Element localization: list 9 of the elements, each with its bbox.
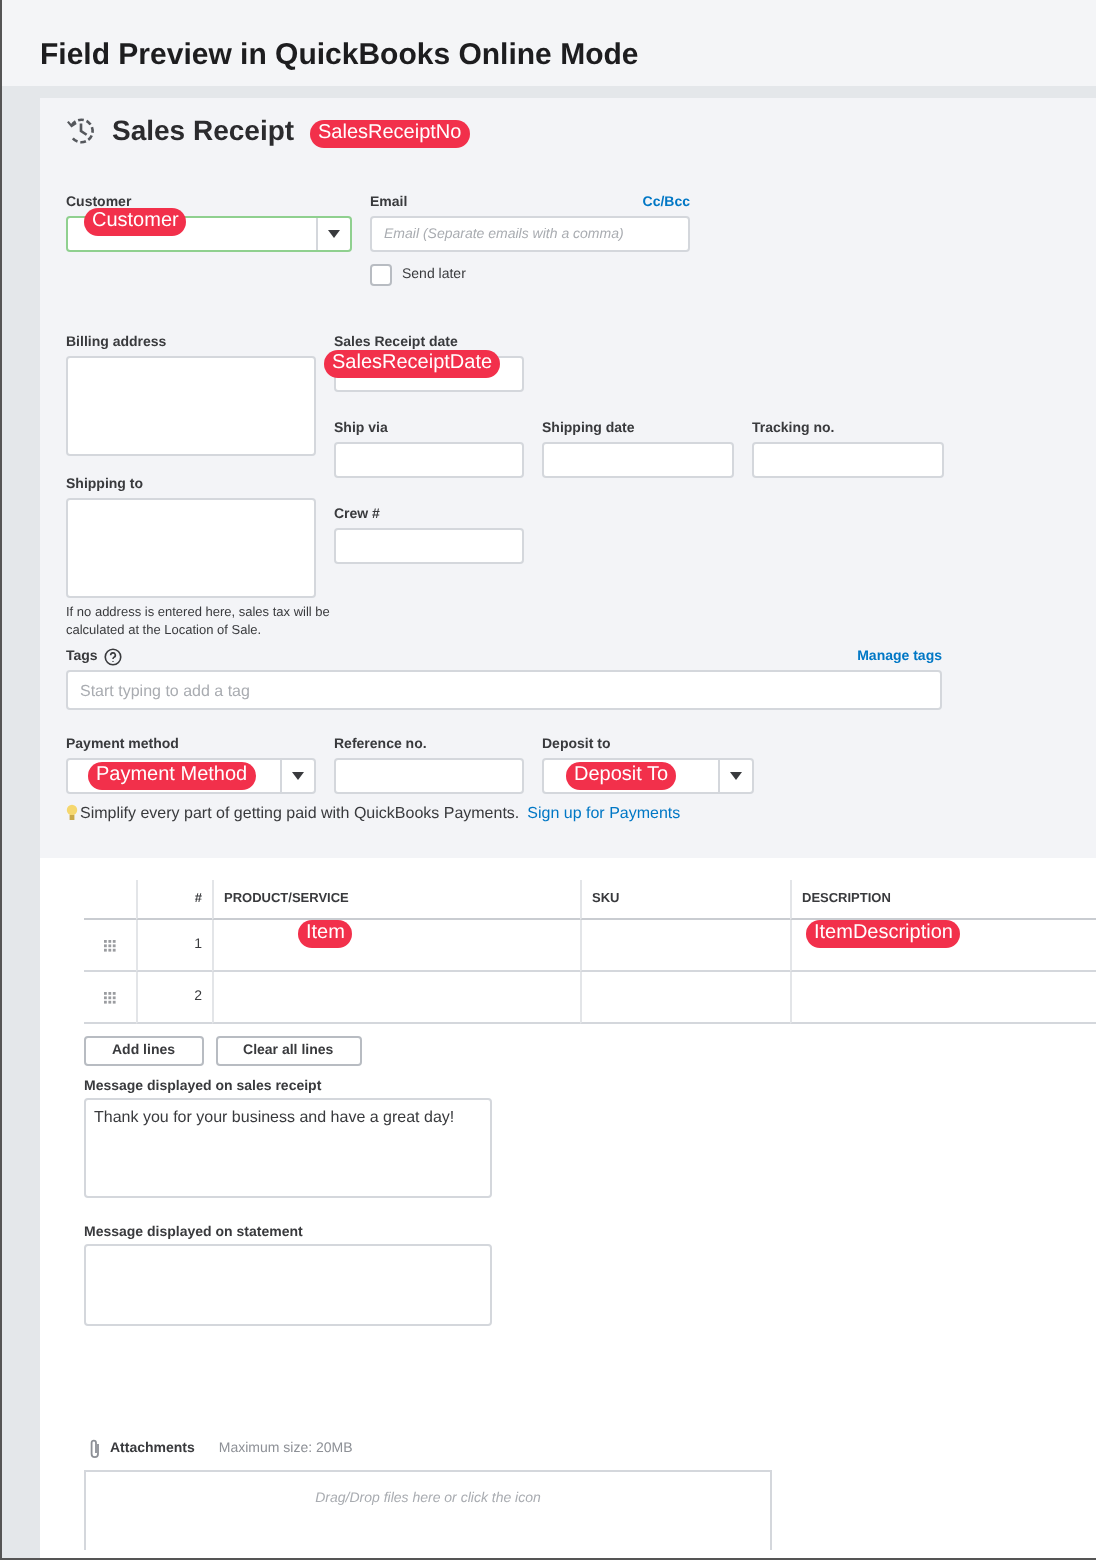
field-name-tooltip: Customer (84, 208, 187, 236)
field-name-tooltip: Deposit To (566, 762, 677, 790)
tip-text: Simplify every part of getting paid with QuickBooks Payments. (80, 804, 520, 822)
field-name-tooltip: SalesReceiptDate (324, 350, 501, 378)
field-name-tooltip: SalesReceiptNo (310, 120, 470, 148)
form-heading: Sales Receipt (112, 114, 295, 146)
field-name-tooltip: Item (298, 920, 353, 948)
field-name-tooltip: Payment Method (88, 762, 256, 790)
field-name-tooltip: ItemDescription (806, 920, 961, 948)
